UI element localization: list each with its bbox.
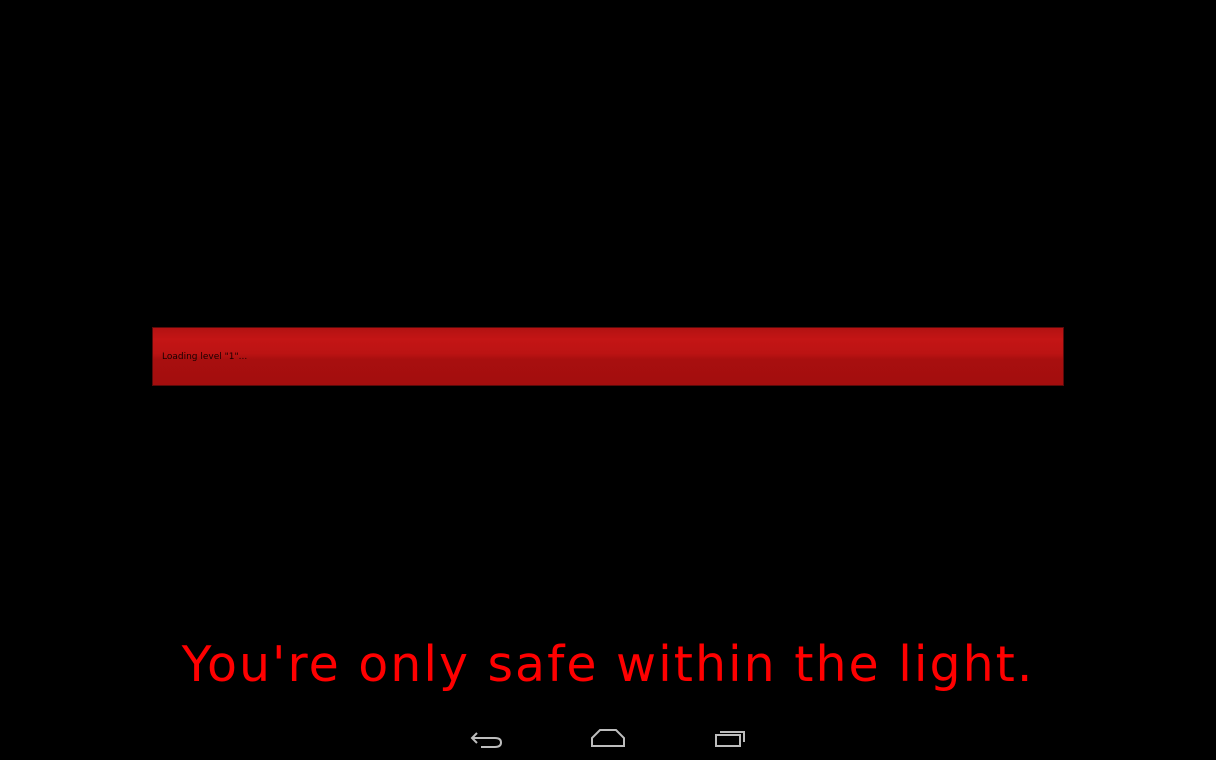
recent-apps-icon (715, 731, 745, 747)
loading-bar: Loading level "1"... (152, 327, 1064, 386)
back-arrow-icon (470, 732, 503, 748)
home-icon (591, 729, 625, 747)
game-loading-screen: Loading level "1"... You're only safe wi… (0, 0, 1216, 760)
loading-status-text: Loading level "1"... (162, 352, 248, 362)
tagline-text: You're only safe within the light. (181, 636, 1035, 693)
back-button[interactable] (467, 724, 507, 754)
home-button[interactable] (588, 724, 628, 754)
recent-apps-button[interactable] (711, 724, 751, 754)
navigation-bar (0, 716, 1216, 760)
